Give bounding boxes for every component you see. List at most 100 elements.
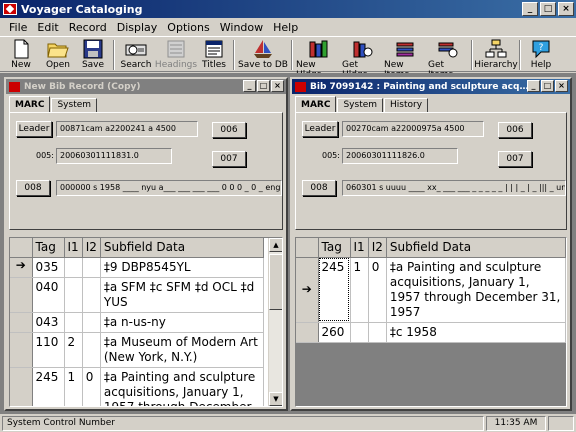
cell-i1[interactable]: 1 — [350, 257, 369, 323]
col-i2[interactable]: I2 — [368, 238, 387, 258]
cell-tag[interactable]: 040 — [32, 277, 65, 313]
left-marc-grid[interactable]: Tag I1 I2 Subfield Data ➔ 035 ‡9 DBP8545… — [9, 237, 283, 407]
right-marc-grid[interactable]: Tag I1 I2 Subfield Data ➔ 245 1 0 ‡a Pai… — [295, 237, 567, 407]
search-button[interactable]: Search — [118, 37, 154, 71]
leader-field[interactable]: 00871cam a2200241 a 4500 — [56, 121, 198, 137]
table-row[interactable]: 040 ‡a SFM ‡c SFM ‡d OCL ‡d YUS — [10, 277, 265, 313]
close-button[interactable]: × — [558, 2, 574, 16]
008-button[interactable]: 008 — [302, 180, 336, 196]
field-005[interactable]: 20060301111826.0 — [342, 148, 458, 164]
menu-edit[interactable]: Edit — [32, 21, 63, 34]
cell-i2[interactable] — [368, 322, 387, 343]
get-holdings-button[interactable]: Get Hldgs — [342, 37, 384, 80]
get-items-button[interactable]: Get Items — [428, 37, 468, 80]
col-i2[interactable]: I2 — [82, 238, 101, 258]
006-button[interactable]: 006 — [212, 122, 246, 138]
titles-button[interactable]: Titles — [198, 37, 230, 71]
cell-tag[interactable]: 245 — [318, 257, 351, 323]
help-button[interactable]: ? Help — [524, 37, 558, 71]
cell-i1[interactable] — [64, 277, 83, 313]
left-close-button[interactable]: × — [271, 80, 284, 92]
menu-display[interactable]: Display — [112, 21, 163, 34]
menu-window[interactable]: Window — [215, 21, 268, 34]
table-row[interactable]: ➔ 035 ‡9 DBP8545YL — [10, 257, 265, 278]
cell-i2[interactable] — [82, 257, 101, 278]
menu-file[interactable]: File — [4, 21, 32, 34]
col-i1[interactable]: I1 — [64, 238, 83, 258]
cell-i2[interactable] — [82, 332, 101, 368]
table-row[interactable]: 043 ‡a n-us-ny — [10, 312, 265, 333]
right-close-button[interactable]: × — [555, 80, 568, 92]
right-bib-window[interactable]: Bib 7099142 : Painting and sculpture acq… — [290, 77, 572, 411]
cell-tag[interactable]: 110 — [32, 332, 65, 368]
left-bib-window[interactable]: New Bib Record (Copy) _ □ × MARC System … — [4, 77, 288, 411]
right-minimize-button[interactable]: _ — [527, 80, 540, 92]
right-window-titlebar[interactable]: Bib 7099142 : Painting and sculpture acq… — [292, 79, 570, 94]
scroll-down-icon[interactable]: ▼ — [269, 392, 282, 406]
col-subfield-data[interactable]: Subfield Data — [386, 238, 566, 258]
cell-i1[interactable]: 2 — [64, 332, 83, 368]
col-subfield-data[interactable]: Subfield Data — [100, 238, 265, 258]
field-008[interactable]: 060301 s uuuu ____ xx_ ___ ___ _ _ _ _ _… — [342, 180, 566, 196]
cell-i2[interactable]: 0 — [82, 367, 101, 406]
cell-tag[interactable]: 043 — [32, 312, 65, 333]
cell-data[interactable]: ‡c 1958 — [386, 322, 566, 343]
save-button[interactable]: Save — [76, 37, 110, 71]
cell-tag[interactable]: 035 — [32, 257, 65, 278]
field-008[interactable]: 000000 s 1958 ____ nyu a___ ___ ___ ___ … — [56, 180, 282, 196]
left-maximize-button[interactable]: □ — [257, 80, 270, 92]
app-icon[interactable] — [3, 3, 17, 15]
scroll-up-icon[interactable]: ▲ — [269, 238, 282, 252]
cell-tag[interactable]: 245 — [32, 367, 65, 406]
007-button[interactable]: 007 — [212, 151, 246, 167]
menu-help[interactable]: Help — [268, 21, 303, 34]
menu-record[interactable]: Record — [64, 21, 112, 34]
cell-i1[interactable] — [64, 312, 83, 333]
col-tag[interactable]: Tag — [32, 238, 65, 258]
col-i1[interactable]: I1 — [350, 238, 369, 258]
cell-data[interactable]: ‡a Museum of Modern Art (New York, N.Y.) — [100, 332, 265, 368]
cell-data[interactable]: ‡a n-us-ny — [100, 312, 265, 333]
tab-history[interactable]: History — [384, 98, 429, 113]
leader-button[interactable]: Leader — [16, 121, 52, 137]
left-minimize-button[interactable]: _ — [243, 80, 256, 92]
hierarchy-button[interactable]: Hierarchy — [474, 37, 518, 71]
menu-options[interactable]: Options — [162, 21, 214, 34]
cell-i2[interactable] — [82, 312, 101, 333]
scroll-thumb[interactable] — [269, 254, 282, 310]
007-button[interactable]: 007 — [498, 151, 532, 167]
resize-grip-icon[interactable] — [548, 415, 574, 431]
cell-i1[interactable] — [64, 257, 83, 278]
new-button[interactable]: New — [2, 37, 40, 71]
cell-data[interactable]: ‡a Painting and sculpture acquisitions, … — [386, 257, 566, 323]
cell-data[interactable]: ‡9 DBP8545YL — [100, 257, 265, 278]
leader-button[interactable]: Leader — [302, 121, 338, 137]
minimize-button[interactable]: _ — [522, 2, 538, 16]
table-row[interactable]: ➔ 245 1 0 ‡a Painting and sculpture acqu… — [296, 257, 566, 323]
tab-system[interactable]: System — [337, 98, 384, 113]
cell-data[interactable]: ‡a Painting and sculpture acquisitions, … — [100, 367, 265, 406]
new-holdings-button[interactable]: New Hldgs — [296, 37, 342, 80]
table-row[interactable]: 245 1 0 ‡a Painting and sculpture acquis… — [10, 367, 265, 406]
table-row[interactable]: 110 2 ‡a Museum of Modern Art (New York,… — [10, 332, 265, 368]
field-005[interactable]: 20060301111831.0 — [56, 148, 172, 164]
cell-i2[interactable]: 0 — [368, 257, 387, 323]
new-items-button[interactable]: New Items — [384, 37, 428, 80]
col-tag[interactable]: Tag — [318, 238, 351, 258]
tab-marc[interactable]: MARC — [295, 96, 337, 113]
save-to-db-button[interactable]: Save to DB — [238, 37, 288, 71]
open-button[interactable]: Open — [40, 37, 76, 71]
maximize-button[interactable]: □ — [540, 2, 556, 16]
leader-field[interactable]: 00270cam a22000975a 4500 — [342, 121, 484, 137]
headings-button[interactable]: Headings — [154, 37, 198, 71]
cell-tag[interactable]: 260 — [318, 322, 351, 343]
006-button[interactable]: 006 — [498, 122, 532, 138]
left-vertical-scrollbar[interactable]: ▲ ▼ — [268, 238, 282, 406]
cell-i1[interactable] — [350, 322, 369, 343]
cell-i1[interactable]: 1 — [64, 367, 83, 406]
right-maximize-button[interactable]: □ — [541, 80, 554, 92]
table-row[interactable]: 260 ‡c 1958 — [296, 322, 566, 343]
cell-i2[interactable] — [82, 277, 101, 313]
cell-data[interactable]: ‡a SFM ‡c SFM ‡d OCL ‡d YUS — [100, 277, 265, 313]
008-button[interactable]: 008 — [16, 180, 50, 196]
